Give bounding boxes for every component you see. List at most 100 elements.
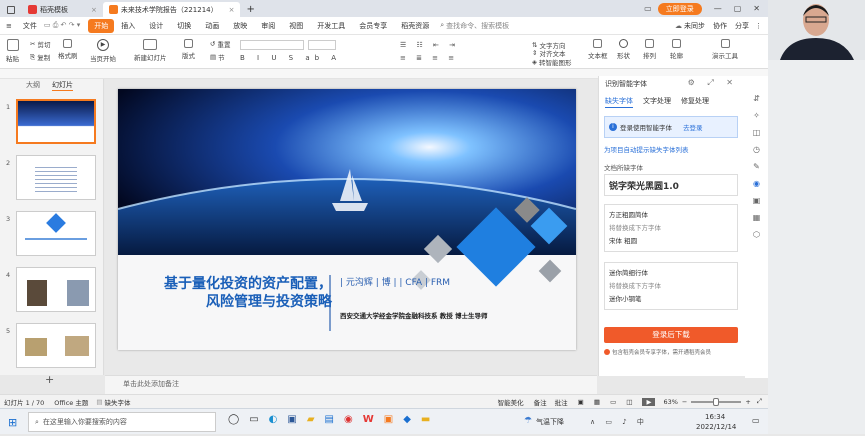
copy-button[interactable]: ⎘ 复制 bbox=[30, 52, 50, 63]
explorer-icon[interactable]: ▰ bbox=[307, 414, 315, 425]
slide-title[interactable]: 基于量化投资的资产配置， 风险管理与投资策略 bbox=[122, 275, 332, 311]
new-tab-button[interactable]: + bbox=[240, 2, 260, 17]
meeting-icon[interactable]: ◆ bbox=[403, 414, 411, 425]
notification-icon[interactable]: ▭ bbox=[752, 416, 760, 425]
auto-hint-link[interactable]: 为项目自动提示缺失字体列表 bbox=[604, 144, 689, 154]
quick-access-icons[interactable]: ▭ ⎙ ↶ ↷ ▾ bbox=[44, 21, 80, 30]
sync-status[interactable]: 未同步 bbox=[684, 21, 705, 31]
font-tool-icon[interactable]: ◉ bbox=[753, 179, 760, 188]
menu-start[interactable]: 开始 bbox=[88, 18, 115, 33]
textbox-button[interactable]: 文本框 bbox=[588, 39, 608, 60]
new-slide-button[interactable]: 新建幻灯片 bbox=[134, 39, 167, 62]
download-button[interactable]: 登录后下载 bbox=[604, 327, 738, 343]
history-icon[interactable]: ◷ bbox=[753, 145, 760, 154]
brush-icon[interactable]: ✎ bbox=[753, 162, 760, 171]
tab-missing-fonts[interactable]: 缺失字体 bbox=[605, 96, 633, 108]
login-button[interactable]: 立即登录 bbox=[657, 2, 702, 15]
smart-beautify-button[interactable]: 智能美化 bbox=[498, 397, 524, 407]
side-tool-icons[interactable]: ⇵ ✧ ◫ ◷ ✎ ◉ ▣ ▦ ⬡ bbox=[745, 78, 768, 239]
font-card-2[interactable]: 方正粗圆简体 将替换成下方字体 宋体 粗圆 bbox=[604, 204, 738, 252]
notes-toggle[interactable]: 备注 bbox=[534, 397, 547, 407]
slide-thumbnail-5[interactable] bbox=[16, 323, 96, 368]
view-mode-icons[interactable]: ▣ ▦ ▭ ◫ bbox=[578, 398, 637, 406]
close-window-icon[interactable]: ✕ bbox=[753, 4, 760, 13]
tab-document[interactable]: 未来技术学院报告（221214） × bbox=[102, 2, 241, 17]
clock-time[interactable]: 16:34 bbox=[705, 413, 725, 421]
collab-button[interactable]: 协作 bbox=[713, 21, 727, 31]
arrange-button[interactable]: 排列 bbox=[643, 39, 656, 60]
lecture-tools-button[interactable]: 演示工具 bbox=[712, 39, 738, 60]
format-painter-button[interactable]: 格式刷 bbox=[58, 39, 78, 60]
slides-tab[interactable]: 幻灯片 bbox=[52, 80, 73, 91]
reset-button[interactable]: ↺ 重置 bbox=[210, 39, 230, 49]
tab-repair[interactable]: 修复处理 bbox=[681, 96, 709, 108]
menu-devtools[interactable]: 开发工具 bbox=[310, 21, 352, 31]
store-icon[interactable]: ▤ bbox=[325, 414, 334, 425]
fit-icon[interactable]: ⤢ bbox=[757, 397, 762, 406]
slide-canvas[interactable]: 基于量化投资的资产配置， 风险管理与投资策略 | 元沟辉 | 博 | | CFA… bbox=[118, 89, 576, 350]
zoom-in-icon[interactable]: + bbox=[745, 398, 750, 406]
hamburger-icon[interactable]: ≡ bbox=[6, 22, 12, 30]
cube-icon[interactable]: ⬡ bbox=[753, 230, 760, 239]
zoom-slider[interactable] bbox=[691, 397, 742, 406]
edge-icon[interactable]: ◐ bbox=[269, 414, 278, 425]
close-icon[interactable]: × bbox=[91, 6, 97, 14]
menu-view[interactable]: 视图 bbox=[282, 21, 310, 31]
menu-review[interactable]: 审阅 bbox=[254, 21, 282, 31]
notes-area[interactable]: 单击此处添加备注 bbox=[105, 375, 597, 394]
grid-icon[interactable]: ▦ bbox=[753, 213, 761, 222]
paragraph-buttons[interactable]: ☰ ☷ ⇤ ⇥ bbox=[400, 41, 459, 49]
tab-docer[interactable]: 稻壳模板 × bbox=[22, 2, 103, 17]
more-icon[interactable]: ⋮ bbox=[755, 22, 762, 30]
layers-icon[interactable]: ◫ bbox=[753, 128, 761, 137]
font-name-select[interactable] bbox=[240, 40, 304, 50]
search-input[interactable]: 查找命令、搜索模板 bbox=[446, 21, 546, 31]
play-current-button[interactable]: ▶ 当页开始 bbox=[90, 39, 116, 63]
slide-thumbnail-1[interactable] bbox=[16, 99, 96, 144]
menu-animation[interactable]: 动画 bbox=[198, 21, 226, 31]
app-icon[interactable]: ▣ bbox=[384, 414, 393, 425]
menu-insert[interactable]: 插入 bbox=[114, 21, 142, 31]
slideshow-play-icon[interactable]: ▶ bbox=[642, 397, 656, 406]
paste-button[interactable]: 粘贴 bbox=[6, 39, 19, 63]
weather-text[interactable]: 气温下降 bbox=[536, 417, 564, 427]
menu-file[interactable]: 文件 bbox=[16, 21, 44, 31]
clock-date[interactable]: 2022/12/14 bbox=[696, 423, 736, 431]
chrome-icon[interactable]: ◉ bbox=[344, 414, 353, 425]
outline-button[interactable]: 轮廓 bbox=[670, 39, 683, 60]
properties-icon[interactable]: ⇵ bbox=[753, 94, 760, 103]
slide-subtitle[interactable]: 西安交通大学经金学院金融科技系 教授 博士生导师 bbox=[340, 310, 488, 320]
menu-slideshow[interactable]: 放映 bbox=[226, 21, 254, 31]
folder-icon[interactable]: ▬ bbox=[421, 414, 430, 425]
font-card-1[interactable]: 锐字荣光黑圆1.0 bbox=[604, 174, 738, 196]
missing-font-status[interactable]: 缺失字体 bbox=[105, 397, 131, 407]
tab-text-process[interactable]: 文字处理 bbox=[643, 96, 671, 108]
close-icon[interactable]: × bbox=[229, 6, 235, 14]
pin-icon[interactable]: ✧ bbox=[753, 111, 760, 120]
add-slide-icon[interactable]: + bbox=[45, 373, 54, 386]
shape-button[interactable]: 形状 bbox=[617, 39, 630, 60]
word-icon[interactable]: ▣ bbox=[287, 414, 296, 425]
slide-thumbnail-4[interactable] bbox=[16, 267, 96, 312]
tab-home-icon[interactable] bbox=[0, 2, 22, 17]
zoom-out-icon[interactable]: − bbox=[682, 398, 687, 406]
task-windows-icon[interactable]: ▭ bbox=[249, 414, 258, 425]
layout-button[interactable]: 版式 bbox=[182, 39, 195, 60]
task-view-icon[interactable]: ◯ bbox=[228, 414, 239, 425]
align-buttons[interactable]: ≡ ≣ ≡ ≡ bbox=[400, 54, 458, 62]
slide-tags[interactable]: | 元沟辉 | 博 | | CFA | FRM bbox=[340, 275, 450, 288]
font-size-select[interactable] bbox=[308, 40, 336, 50]
menu-docer[interactable]: 稻壳资源 bbox=[394, 21, 436, 31]
tray-icons[interactable]: ∧ ▭ ♪ 中 bbox=[590, 417, 648, 427]
smart-art-button[interactable]: ◈ 转智能图形 bbox=[532, 57, 572, 67]
cut-button[interactable]: ✂ 剪切 bbox=[30, 39, 50, 49]
menu-member[interactable]: 会员专享 bbox=[352, 21, 394, 31]
menu-transition[interactable]: 切换 bbox=[170, 21, 198, 31]
minimize-icon[interactable]: — bbox=[714, 4, 722, 13]
font-card-3[interactable]: 迷你简细行体 将替换成下方字体 迷你小钢笔 bbox=[604, 262, 738, 310]
windows-start-icon[interactable]: ⊞ bbox=[8, 416, 17, 429]
share-button[interactable]: 分享 bbox=[735, 21, 749, 31]
section-button[interactable]: ▤ 节 bbox=[210, 52, 225, 62]
window-icon[interactable]: ▭ bbox=[644, 4, 652, 13]
outline-tab[interactable]: 大纲 bbox=[26, 80, 40, 90]
